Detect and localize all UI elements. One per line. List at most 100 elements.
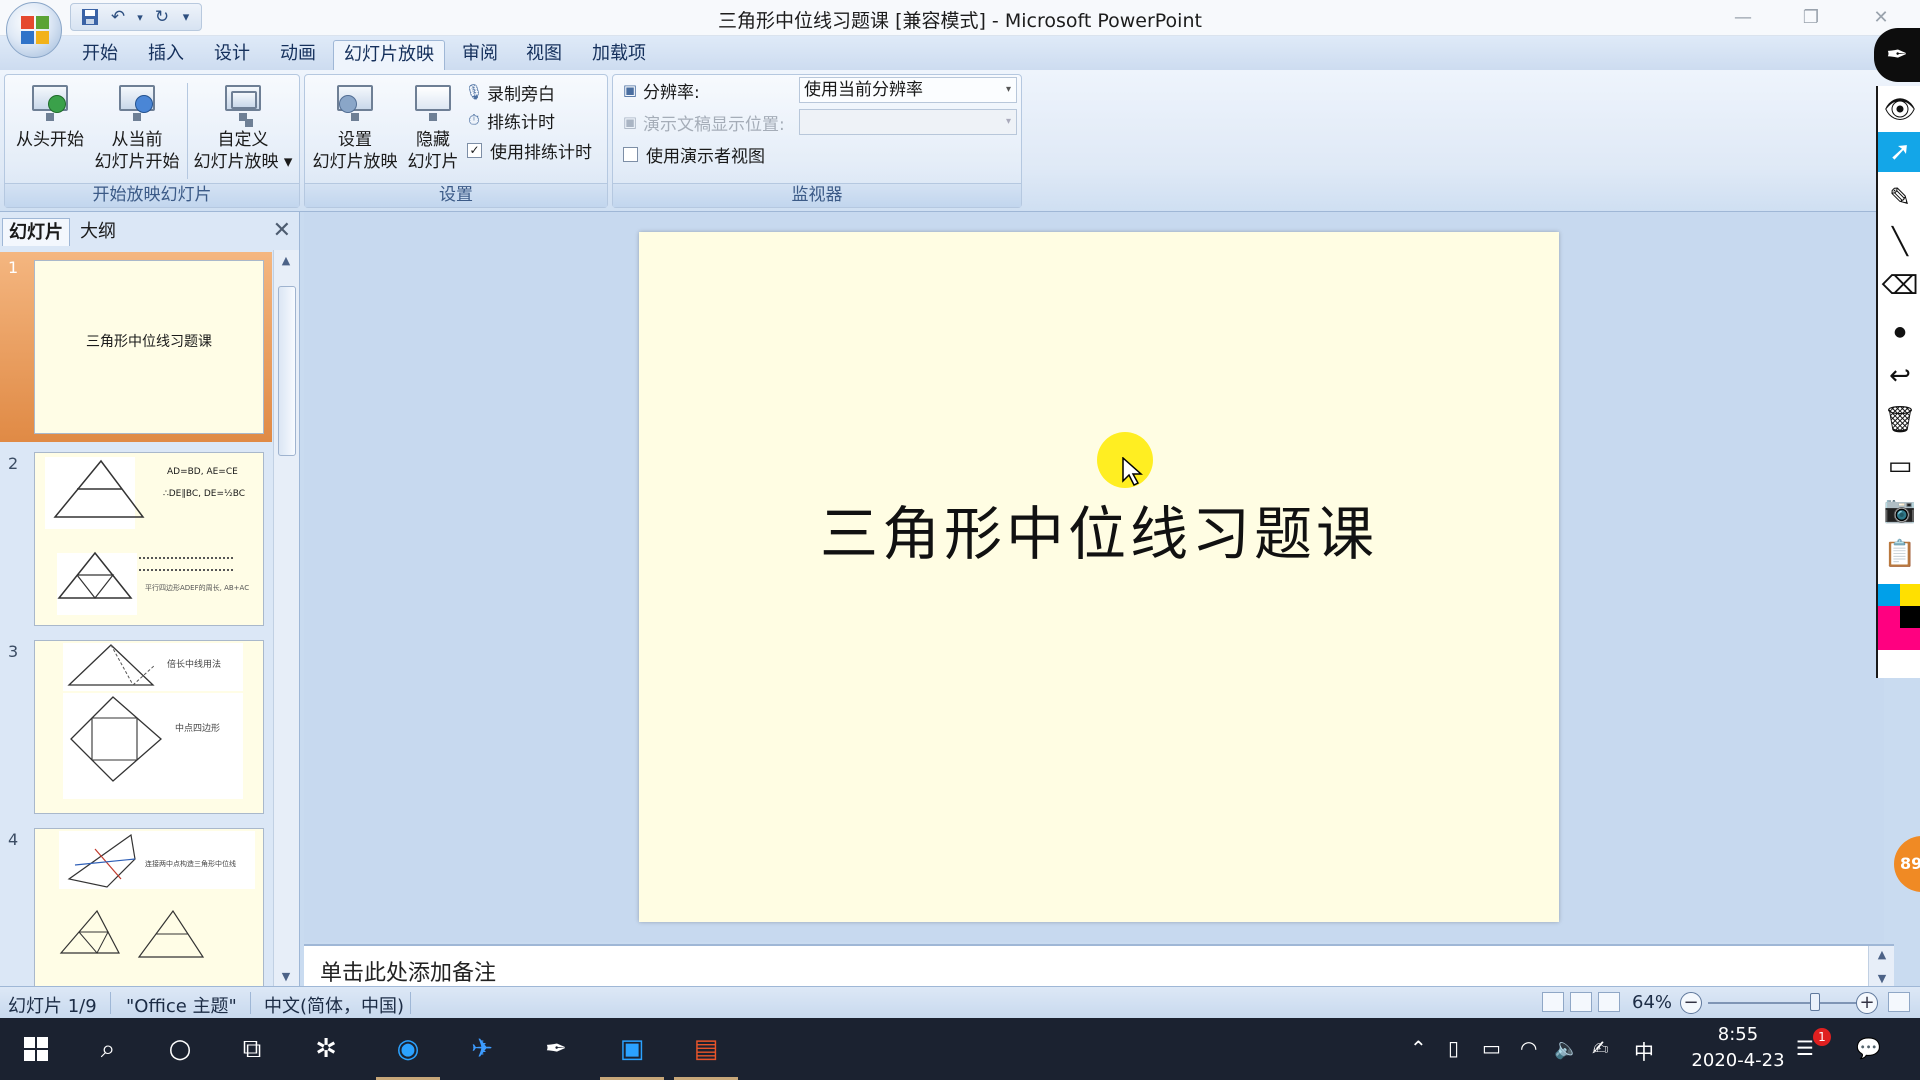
current-slide[interactable]: 三角形中位线习题课 bbox=[639, 232, 1559, 922]
color-swatch-magenta-2[interactable] bbox=[1900, 628, 1920, 650]
camera-icon[interactable]: 📷 bbox=[1878, 490, 1920, 530]
record-narration-button[interactable]: 🎙 录制旁白 bbox=[464, 79, 555, 105]
eye-icon[interactable]: 👁 bbox=[1878, 90, 1920, 130]
slide-thumbnail[interactable]: 倍长中线用法 中点四边形 bbox=[34, 640, 264, 814]
battery-icon[interactable]: ▭ bbox=[1482, 1036, 1501, 1060]
app-pinwheel-icon[interactable]: ✲ bbox=[304, 1028, 348, 1070]
slide-thumbnail-row[interactable]: 2 AD=BD, AE=CE ∴DE∥BC, DE=½BC 平行四边形ADEF的… bbox=[0, 448, 272, 634]
scroll-down-icon[interactable]: ▼ bbox=[279, 970, 293, 983]
tab-design[interactable]: 设计 bbox=[204, 40, 260, 70]
app-calendar-icon[interactable]: ▣ bbox=[610, 1028, 654, 1070]
trash-icon[interactable]: 🗑 bbox=[1878, 400, 1920, 440]
theme-name[interactable]: "Office 主题" bbox=[126, 992, 237, 1018]
app-powerpoint-icon[interactable]: ▤ bbox=[684, 1028, 728, 1070]
from-current-button[interactable]: 从当前 幻灯片开始 bbox=[89, 77, 185, 173]
custom-slideshow-button[interactable]: 自定义 幻灯片放映 ▾ bbox=[189, 77, 297, 173]
wifi-icon[interactable]: ◠ bbox=[1520, 1036, 1537, 1060]
tab-view[interactable]: 视图 bbox=[516, 40, 572, 70]
tab-insert[interactable]: 插入 bbox=[138, 40, 194, 70]
app-browser-icon[interactable]: ◉ bbox=[386, 1028, 430, 1070]
tray-device-icon[interactable]: ▯ bbox=[1448, 1036, 1459, 1060]
hide-slide-button[interactable]: 隐藏 幻灯片 bbox=[401, 77, 465, 173]
use-timings-checkbox[interactable]: ✓ 使用排练计时 bbox=[467, 137, 592, 163]
slideshow-view-icon[interactable] bbox=[1598, 992, 1620, 1012]
color-swatch-cyan[interactable] bbox=[1878, 584, 1900, 606]
slide-title[interactable]: 三角形中位线习题课 bbox=[639, 487, 1559, 571]
resolution-dropdown[interactable]: 使用当前分辨率 ▾ bbox=[799, 77, 1017, 103]
zoom-in-icon[interactable]: + bbox=[1856, 992, 1878, 1014]
close-icon[interactable]: ✕ bbox=[273, 218, 291, 243]
windows-start-icon[interactable] bbox=[14, 1028, 58, 1070]
tab-slides[interactable]: 幻灯片 bbox=[2, 218, 70, 246]
color-swatch-magenta[interactable] bbox=[1878, 606, 1900, 650]
action-center-icon[interactable]: 💬 bbox=[1856, 1036, 1881, 1060]
fit-to-window-icon[interactable] bbox=[1888, 992, 1910, 1012]
notes-placeholder[interactable]: 单击此处添加备注 bbox=[320, 955, 496, 987]
from-start-button[interactable]: 从头开始 bbox=[9, 77, 91, 151]
clock-date[interactable]: 2020-4-23 bbox=[1674, 1050, 1802, 1071]
clock-time[interactable]: 8:55 bbox=[1694, 1024, 1782, 1045]
app-pen-icon[interactable]: ✒ bbox=[534, 1028, 578, 1070]
ime-indicator[interactable]: 中 bbox=[1634, 1036, 1654, 1065]
redo-icon[interactable]: ↻ bbox=[151, 6, 173, 28]
scroll-thumb[interactable] bbox=[278, 286, 296, 456]
tab-slideshow[interactable]: 幻灯片放映 bbox=[333, 40, 445, 70]
notes-pane[interactable]: 单击此处添加备注 ▲ ▼ bbox=[304, 944, 1894, 988]
cortana-icon[interactable]: ○ bbox=[158, 1028, 202, 1070]
setup-slideshow-button[interactable]: 设置 幻灯片放映 bbox=[307, 77, 403, 173]
tab-review[interactable]: 审阅 bbox=[452, 40, 508, 70]
pen-app-logo-icon[interactable]: ✒ bbox=[1874, 28, 1920, 82]
use-timings-check-icon[interactable]: ✓ bbox=[467, 142, 482, 158]
close-button[interactable]: ✕ bbox=[1858, 4, 1904, 30]
eraser-icon[interactable]: ⌫ bbox=[1878, 266, 1920, 306]
normal-view-icon[interactable] bbox=[1542, 992, 1564, 1012]
notification-center-icon[interactable]: ☰ bbox=[1796, 1036, 1814, 1060]
pointer-icon[interactable]: ➚ bbox=[1878, 132, 1920, 172]
slide-thumbnail[interactable]: AD=BD, AE=CE ∴DE∥BC, DE=½BC 平行四边形ADEF的周长… bbox=[34, 452, 264, 626]
show-on-dropdown[interactable]: ▾ bbox=[799, 109, 1017, 135]
board-icon[interactable]: ▭ bbox=[1878, 446, 1920, 486]
undo-icon[interactable]: ↶ bbox=[107, 6, 129, 28]
slide-thumbnail[interactable]: 三角形中位线习题课 bbox=[34, 260, 264, 434]
highlighter-icon[interactable]: ✎ bbox=[1878, 178, 1920, 218]
color-swatch-yellow[interactable] bbox=[1900, 584, 1920, 606]
slide-thumbnail-row[interactable]: 4 连接两中点构造三角形中位线 bbox=[0, 824, 272, 1010]
zoom-slider-thumb[interactable] bbox=[1809, 993, 1820, 1011]
tray-expand-icon[interactable]: ⌃ bbox=[1410, 1036, 1427, 1060]
floating-badge[interactable]: 89 bbox=[1894, 836, 1920, 892]
slide-thumbnail[interactable]: 连接两中点构造三角形中位线 bbox=[34, 828, 264, 1002]
dot-icon[interactable]: ● bbox=[1878, 312, 1920, 352]
color-swatch-black[interactable] bbox=[1900, 606, 1920, 628]
app-feather-icon[interactable]: ✈ bbox=[460, 1028, 504, 1070]
clipboard-icon[interactable]: 📋 bbox=[1878, 534, 1920, 574]
office-button[interactable] bbox=[6, 2, 62, 58]
pen-tray-icon[interactable]: ✍ bbox=[1592, 1036, 1609, 1060]
scroll-down-icon[interactable]: ▼ bbox=[1875, 972, 1889, 985]
undo-icon[interactable]: ↩ bbox=[1878, 356, 1920, 396]
restore-button[interactable]: ❐ bbox=[1788, 4, 1834, 30]
scroll-up-icon[interactable]: ▲ bbox=[279, 254, 293, 267]
slide-thumbnail-row[interactable]: 3 倍长中线用法 中点四边形 bbox=[0, 636, 272, 822]
language-indicator[interactable]: 中文(简体，中国) bbox=[264, 992, 404, 1018]
slide-panel-scrollbar[interactable]: ▲ ▼ bbox=[273, 250, 299, 986]
presenter-view-checkbox[interactable]: 使用演示者视图 bbox=[623, 141, 765, 167]
rehearse-timings-button[interactable]: ⏱ 排练计时 bbox=[465, 107, 555, 133]
tab-home[interactable]: 开始 bbox=[72, 40, 128, 70]
customize-qat-icon[interactable]: ▾ bbox=[179, 6, 193, 28]
task-view-icon[interactable]: ⧉ bbox=[230, 1028, 274, 1070]
zoom-level[interactable]: 64% bbox=[1632, 992, 1672, 1013]
minimize-button[interactable]: — bbox=[1720, 4, 1766, 30]
slide-thumbnail-row[interactable]: 1 三角形中位线习题课 bbox=[0, 252, 272, 442]
undo-dropdown-icon[interactable]: ▾ bbox=[135, 6, 145, 28]
tab-outline[interactable]: 大纲 bbox=[74, 218, 122, 246]
line-icon[interactable]: ╲ bbox=[1878, 222, 1920, 262]
search-icon[interactable]: ⌕ bbox=[86, 1028, 130, 1070]
volume-icon[interactable]: 🔈 bbox=[1554, 1036, 1579, 1060]
tab-animation[interactable]: 动画 bbox=[270, 40, 326, 70]
notes-scrollbar[interactable]: ▲ ▼ bbox=[1868, 946, 1894, 988]
presenter-view-check-icon[interactable] bbox=[623, 146, 638, 162]
slide-sorter-view-icon[interactable] bbox=[1570, 992, 1592, 1012]
zoom-out-icon[interactable]: − bbox=[1680, 992, 1702, 1014]
tab-addins[interactable]: 加载项 bbox=[582, 40, 656, 70]
scroll-up-icon[interactable]: ▲ bbox=[1875, 948, 1889, 961]
